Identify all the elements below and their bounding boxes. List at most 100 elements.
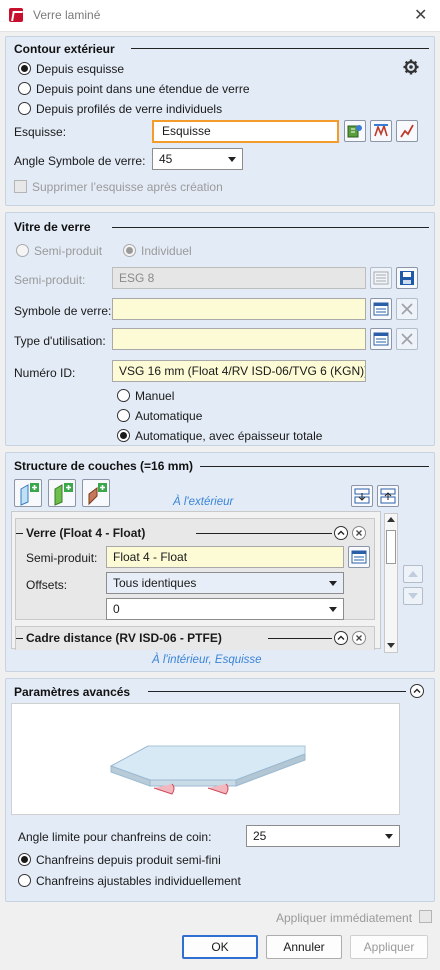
sketch-edit-button[interactable]: [370, 120, 392, 142]
close-icon[interactable]: ✕: [414, 5, 427, 25]
catalog-icon: [351, 550, 367, 564]
chevron-up-icon: [413, 688, 421, 693]
usage-type-catalog-button[interactable]: [370, 328, 392, 350]
radio-from-sketch[interactable]: [18, 62, 31, 75]
option-from-profiles-label: Depuis profilés de verre individuels: [36, 102, 223, 116]
catalog-icon: [373, 271, 389, 285]
radio-manual[interactable]: [117, 389, 130, 402]
cancel-button[interactable]: Annuler: [266, 935, 342, 959]
angle-select[interactable]: 45: [152, 148, 243, 170]
title-bar: Verre laminé ✕: [0, 0, 440, 32]
radio-chamfer-semi-finished[interactable]: [18, 853, 31, 866]
layer-down-icon: [354, 488, 370, 504]
layer-export-button[interactable]: [351, 485, 373, 507]
remove-layer-button[interactable]: [352, 526, 366, 540]
id-number-label: Numéro ID:: [14, 366, 76, 380]
apply-immediately-checkbox[interactable]: [419, 910, 432, 923]
collapse-layer-button[interactable]: [334, 526, 348, 540]
contour-heading: Contour extérieur: [14, 42, 115, 56]
radio-individual[interactable]: [123, 244, 136, 257]
divider: [268, 638, 332, 639]
layers-panel: Structure de couches (=16 mm) À l'extéri…: [5, 452, 435, 672]
radio-automatic-total[interactable]: [117, 429, 130, 442]
glass-symbol-catalog-button[interactable]: [370, 298, 392, 320]
delete-sketch-label: Supprimer l’esquisse après création: [32, 180, 223, 194]
pane-panel: Vitre de verre Semi-produit Individuel S…: [5, 212, 435, 446]
offset-value: 0: [113, 602, 120, 616]
sketch-field[interactable]: Esquisse: [152, 120, 339, 143]
chevron-down-icon: [329, 607, 337, 612]
glass-symbol-label: Symbole de verre:: [14, 304, 112, 318]
collapse-advanced-button[interactable]: [410, 684, 424, 698]
catalog-icon: [373, 332, 389, 346]
layer-up-icon: [380, 488, 396, 504]
sketch-label: Esquisse:: [14, 125, 67, 139]
usage-type-clear-button[interactable]: [396, 328, 418, 350]
automatic-option-label: Automatique: [135, 409, 203, 423]
scroll-thumb[interactable]: [386, 530, 396, 564]
glass-symbol-clear-button[interactable]: [396, 298, 418, 320]
chamfer-semi-finished-label: Chanfreins depuis produit semi-fini: [36, 853, 221, 867]
semi-product-option-label: Semi-produit: [34, 244, 103, 258]
inside-label: À l'intérieur, Esquisse: [152, 654, 262, 666]
usage-type-field[interactable]: [112, 328, 366, 350]
apply-button[interactable]: Appliquer: [350, 935, 428, 959]
sketch-pick-button[interactable]: [344, 120, 366, 142]
add-film-layer-button[interactable]: [48, 479, 76, 507]
collapse-layer-button[interactable]: [334, 631, 348, 645]
layer-catalog-button[interactable]: [348, 546, 370, 568]
move-layer-down-button[interactable]: [403, 587, 423, 605]
scroll-up-icon[interactable]: [387, 516, 395, 524]
ok-button[interactable]: OK: [182, 935, 258, 959]
radio-semi-product[interactable]: [16, 244, 29, 257]
clear-icon: [401, 333, 413, 345]
move-layer-up-button[interactable]: [403, 565, 423, 583]
add-glass-icon: [20, 483, 39, 506]
preview-image: [11, 703, 400, 815]
divider: [196, 533, 332, 534]
add-film-icon: [54, 483, 73, 506]
layer-list-scrollbar[interactable]: [384, 513, 398, 653]
close-icon: [356, 530, 362, 536]
usage-type-label: Type d'utilisation:: [14, 334, 106, 348]
scroll-down-icon[interactable]: [387, 641, 395, 649]
glass-symbol-field[interactable]: [112, 298, 366, 320]
layer-semi-product-field[interactable]: Float 4 - Float: [106, 546, 344, 568]
layer-import-button[interactable]: [377, 485, 399, 507]
layer-card: Cadre distance (RV ISD-06 - PTFE): [15, 626, 375, 650]
offset-value-select[interactable]: 0: [106, 598, 344, 620]
add-glass-layer-button[interactable]: [14, 479, 42, 507]
advanced-panel: Paramètres avancés Angle limite pour cha…: [5, 678, 435, 902]
arrow-down-icon: [408, 593, 418, 599]
remove-layer-button[interactable]: [352, 631, 366, 645]
add-spacer-layer-button[interactable]: [82, 479, 110, 507]
offsets-select-value: Tous identiques: [113, 576, 197, 590]
divider: [112, 227, 429, 228]
advanced-heading: Paramètres avancés: [14, 685, 131, 699]
close-icon: [356, 635, 362, 641]
corner-angle-value: 25: [253, 829, 267, 843]
divider: [16, 533, 23, 534]
angle-select-value: 45: [159, 152, 173, 166]
radio-automatic[interactable]: [117, 409, 130, 422]
gear-icon[interactable]: [403, 59, 419, 75]
radio-from-point[interactable]: [18, 82, 31, 95]
contour-panel: Contour extérieur Depuis esquisse Depuis…: [5, 36, 435, 206]
id-number-field[interactable]: VSG 16 mm (Float 4/RV ISD-06/TVG 6 (KGN)…: [112, 360, 366, 382]
delete-sketch-checkbox[interactable]: [14, 180, 27, 193]
arrow-up-icon: [408, 571, 418, 577]
save-button[interactable]: [396, 267, 418, 289]
radio-chamfer-individual[interactable]: [18, 874, 31, 887]
semi-product-field[interactable]: ESG 8: [112, 267, 366, 289]
divider: [200, 466, 429, 467]
radio-from-profiles[interactable]: [18, 102, 31, 115]
corner-angle-select[interactable]: 25: [246, 825, 400, 847]
offsets-select[interactable]: Tous identiques: [106, 572, 344, 594]
chevron-down-icon: [228, 157, 236, 162]
semi-product-catalog-button[interactable]: [370, 267, 392, 289]
sketch-new-button[interactable]: [396, 120, 418, 142]
pane-heading: Vitre de verre: [14, 220, 91, 234]
semi-product-label: Semi-produit:: [14, 273, 86, 287]
save-icon: [400, 271, 414, 285]
divider: [16, 638, 23, 639]
